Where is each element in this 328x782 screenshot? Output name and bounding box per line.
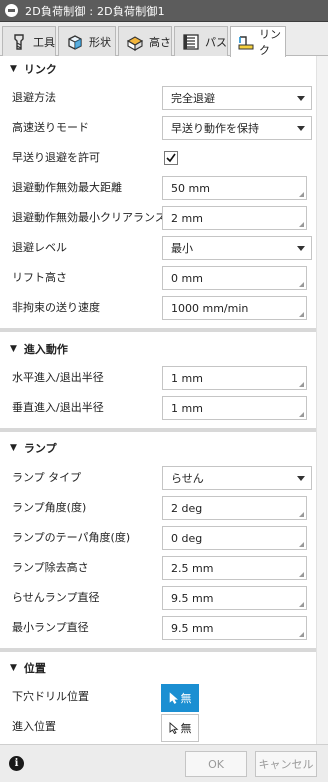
chevron-down-icon [297,476,305,481]
info-icon[interactable]: i [9,756,24,771]
rapid-mode-dropdown[interactable]: 早送り動作を保持 [162,116,312,140]
row-ramp-type: ランプ タイプ らせん [0,463,320,493]
dialog-titlebar: 2D負荷制御 : 2D負荷制御1 [0,0,328,22]
row-horizontal-lead-radius: 水平進入/退出半径 1 mm [0,363,320,393]
section-header-link[interactable]: ▼ リンク [0,57,328,81]
collapse-triangle-icon: ▼ [10,663,17,673]
lift-height-input[interactable]: 0 mm [162,266,307,290]
collapse-triangle-icon: ▼ [10,443,17,453]
row-ramp-taper-angle: ランプのテーパ角度(度) 0 deg [0,523,320,553]
row-min-stay-down-clearance: 退避動作無効最小クリアランス 2 mm [0,203,320,233]
horizontal-lead-radius-input[interactable]: 1 mm [162,366,307,390]
linking-icon [237,32,255,52]
row-retraction-policy: 退避方法 完全退避 [0,83,320,113]
pointer-arrow-icon [169,692,178,704]
row-max-stay-down-distance: 退避動作無効最大距離 50 mm [0,173,320,203]
row-lift-height: リフト高さ 0 mm [0,263,320,293]
allow-rapid-retract-checkbox[interactable] [164,151,178,165]
expression-corner-icon [299,572,304,577]
row-ramp-clearance-height: ランプ除去高さ 2.5 mm [0,553,320,583]
expression-corner-icon [299,222,304,227]
stay-down-level-dropdown[interactable]: 最小 [162,236,312,260]
dialog-title: 2D負荷制御 : 2D負荷制御1 [25,4,165,18]
row-minimum-ramp-diameter: 最小ランプ直径 9.5 mm [0,613,320,643]
row-allow-rapid-retract: 早送り退避を許可 [0,143,320,173]
section-header-position[interactable]: ▼ 位置 [0,656,328,680]
ramp-type-dropdown[interactable]: らせん [162,466,312,490]
tab-linking[interactable]: リンク [230,26,286,57]
ramp-angle-input[interactable]: 2 deg [162,496,307,520]
row-helical-ramp-diameter: らせんランプ直径 9.5 mm [0,583,320,613]
heights-icon [125,32,145,52]
section-divider [0,328,316,332]
parameters-panel: ▼ リンク 退避方法 完全退避 高速送りモード 早送り動作を保持 早送り退避を許… [0,56,328,744]
tab-label: 形状 [89,35,111,49]
collapse-triangle-icon: ▼ [10,64,17,74]
expression-corner-icon [299,602,304,607]
max-stay-down-distance-input[interactable]: 50 mm [162,176,307,200]
row-entry-position: 進入位置 無 [0,712,320,742]
row-predrill-position: 下穴ドリル位置 無 [0,682,320,712]
minimum-ramp-diameter-input[interactable]: 9.5 mm [162,616,307,640]
chevron-down-icon [297,246,305,251]
section-divider [0,428,316,432]
ramp-clearance-height-input[interactable]: 2.5 mm [162,556,307,580]
min-stay-down-clearance-input[interactable]: 2 mm [162,206,307,230]
chevron-down-icon [297,126,305,131]
tool-icon [9,32,29,52]
section-header-lead[interactable]: ▼ 進入動作 [0,337,328,361]
expression-corner-icon [299,282,304,287]
predrill-position-select-button[interactable]: 無 [161,684,199,712]
row-stay-down-level: 退避レベル 最小 [0,233,320,263]
tab-label: パス [205,35,227,49]
ramp-taper-angle-input[interactable]: 0 deg [162,526,307,550]
cancel-button[interactable]: キャンセル [255,751,317,777]
collapse-icon[interactable] [5,4,18,17]
scrollbar[interactable] [316,56,328,744]
collapse-triangle-icon: ▼ [10,344,17,354]
tab-geometry[interactable]: 形状 [58,26,116,56]
expression-corner-icon [299,512,304,517]
section-header-ramp[interactable]: ▼ ランプ [0,436,328,460]
tab-label: 高さ [149,35,171,49]
retraction-policy-dropdown[interactable]: 完全退避 [162,86,312,110]
vertical-lead-radius-input[interactable]: 1 mm [162,396,307,420]
tab-tool[interactable]: 工具 [2,26,56,56]
tab-label: 工具 [33,35,55,49]
section-divider [0,648,316,652]
tab-label: リンク [259,28,281,57]
expression-corner-icon [299,542,304,547]
pointer-arrow-icon [169,722,178,734]
tab-heights[interactable]: 高さ [118,26,172,56]
checkmark-icon [166,153,176,163]
expression-corner-icon [299,312,304,317]
tab-passes[interactable]: パス [174,26,228,56]
dialog-footer: i OK キャンセル [0,744,328,782]
chevron-down-icon [297,96,305,101]
row-vertical-lead-radius: 垂直進入/退出半径 1 mm [0,393,320,423]
transition-feedrate-input[interactable]: 1000 mm/min [162,296,307,320]
row-ramp-angle: ランプ角度(度) 2 deg [0,493,320,523]
expression-corner-icon [299,632,304,637]
expression-corner-icon [299,382,304,387]
row-transition-feedrate: 非拘束の送り速度 1000 mm/min [0,293,320,323]
helical-ramp-diameter-input[interactable]: 9.5 mm [162,586,307,610]
passes-icon [181,32,201,52]
geometry-icon [65,32,85,52]
entry-position-select-button[interactable]: 無 [161,714,199,742]
row-rapid-mode: 高速送りモード 早送り動作を保持 [0,113,320,143]
expression-corner-icon [299,412,304,417]
expression-corner-icon [299,192,304,197]
ok-button[interactable]: OK [185,751,247,777]
tab-bar: 工具 形状 高さ パス リンク [0,22,328,57]
